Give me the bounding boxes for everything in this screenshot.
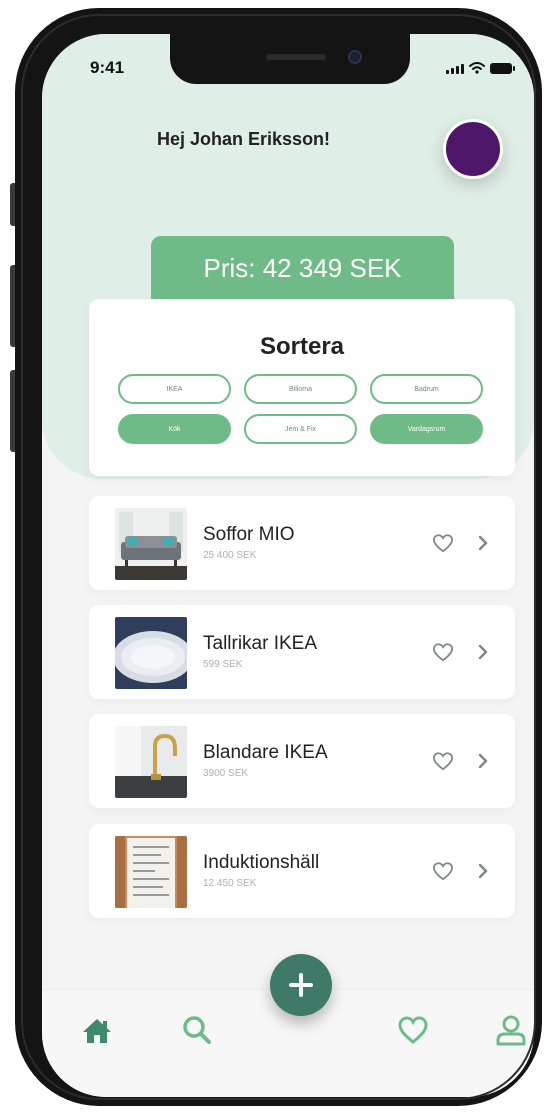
sort-title: Sortera — [259, 333, 345, 360]
avatar[interactable] — [443, 119, 503, 179]
chevron-right-icon[interactable] — [477, 643, 489, 661]
greeting-text: Hej Johan Eriksson! — [157, 129, 331, 149]
item-price: 3900 SEK — [203, 768, 249, 779]
list-item[interactable]: Blandare IKEA 3900 SEK — [89, 714, 515, 808]
item-price: 25 400 SEK — [203, 550, 257, 561]
speaker-grille — [266, 54, 326, 60]
list-item[interactable]: Soffor MIO 25 400 SEK — [89, 496, 515, 590]
item-title: Induktionshäll — [203, 852, 320, 873]
plus-icon — [289, 973, 313, 997]
app-screen: 9:41 Hej Johan Eriksson! Pris: 42 349 SE… — [42, 34, 534, 1097]
search-icon[interactable] — [180, 1013, 214, 1047]
plate-photo — [115, 617, 187, 689]
profile-icon[interactable] — [494, 1013, 528, 1047]
list-item[interactable]: Induktionshäll 12 450 SEK — [89, 824, 515, 918]
filter-chip-ikea[interactable]: IKEA — [118, 374, 231, 404]
faucet-photo — [115, 726, 187, 798]
status-icons — [446, 62, 515, 74]
signal-icon — [446, 64, 464, 74]
heart-icon[interactable] — [432, 533, 454, 553]
sofa-photo — [115, 508, 187, 580]
filter-chip-jem-fix[interactable]: Jem & Fix — [244, 414, 357, 444]
item-title: Soffor MIO — [203, 524, 295, 545]
item-price: 599 SEK — [203, 659, 243, 670]
phone-frame: 9:41 Hej Johan Eriksson! Pris: 42 349 SE… — [15, 8, 542, 1106]
status-time: 9:41 — [90, 58, 125, 77]
notch — [170, 34, 410, 84]
chevron-right-icon[interactable] — [477, 862, 489, 880]
heart-icon[interactable] — [432, 642, 454, 662]
chevron-right-icon[interactable] — [477, 534, 489, 552]
item-title: Blandare IKEA — [203, 742, 328, 763]
receipt-photo — [115, 836, 187, 908]
favorites-heart-icon[interactable] — [396, 1013, 430, 1047]
battery-icon — [490, 63, 515, 74]
list-item[interactable]: Tallrikar IKEA 599 SEK — [89, 605, 515, 699]
filter-chip-kok[interactable]: Kök — [118, 414, 231, 444]
item-title: Tallrikar IKEA — [203, 633, 318, 654]
filter-chip-billoma[interactable]: Billoma — [244, 374, 357, 404]
heart-icon[interactable] — [432, 861, 454, 881]
heart-icon[interactable] — [432, 751, 454, 771]
sort-card: Sortera IKEA Billoma Badrum Kök Jem & Fi… — [89, 299, 515, 476]
item-price: 12 450 SEK — [203, 878, 257, 889]
filter-chip-vardagsrum[interactable]: Vardagsrum — [370, 414, 483, 444]
chevron-right-icon[interactable] — [477, 752, 489, 770]
total-price-label: Pris: 42 349 SEK — [203, 252, 402, 283]
home-icon[interactable] — [80, 1013, 114, 1047]
filter-chip-badrum[interactable]: Badrum — [370, 374, 483, 404]
add-button[interactable] — [270, 954, 332, 1016]
wifi-icon — [469, 62, 485, 74]
front-camera — [348, 50, 362, 64]
